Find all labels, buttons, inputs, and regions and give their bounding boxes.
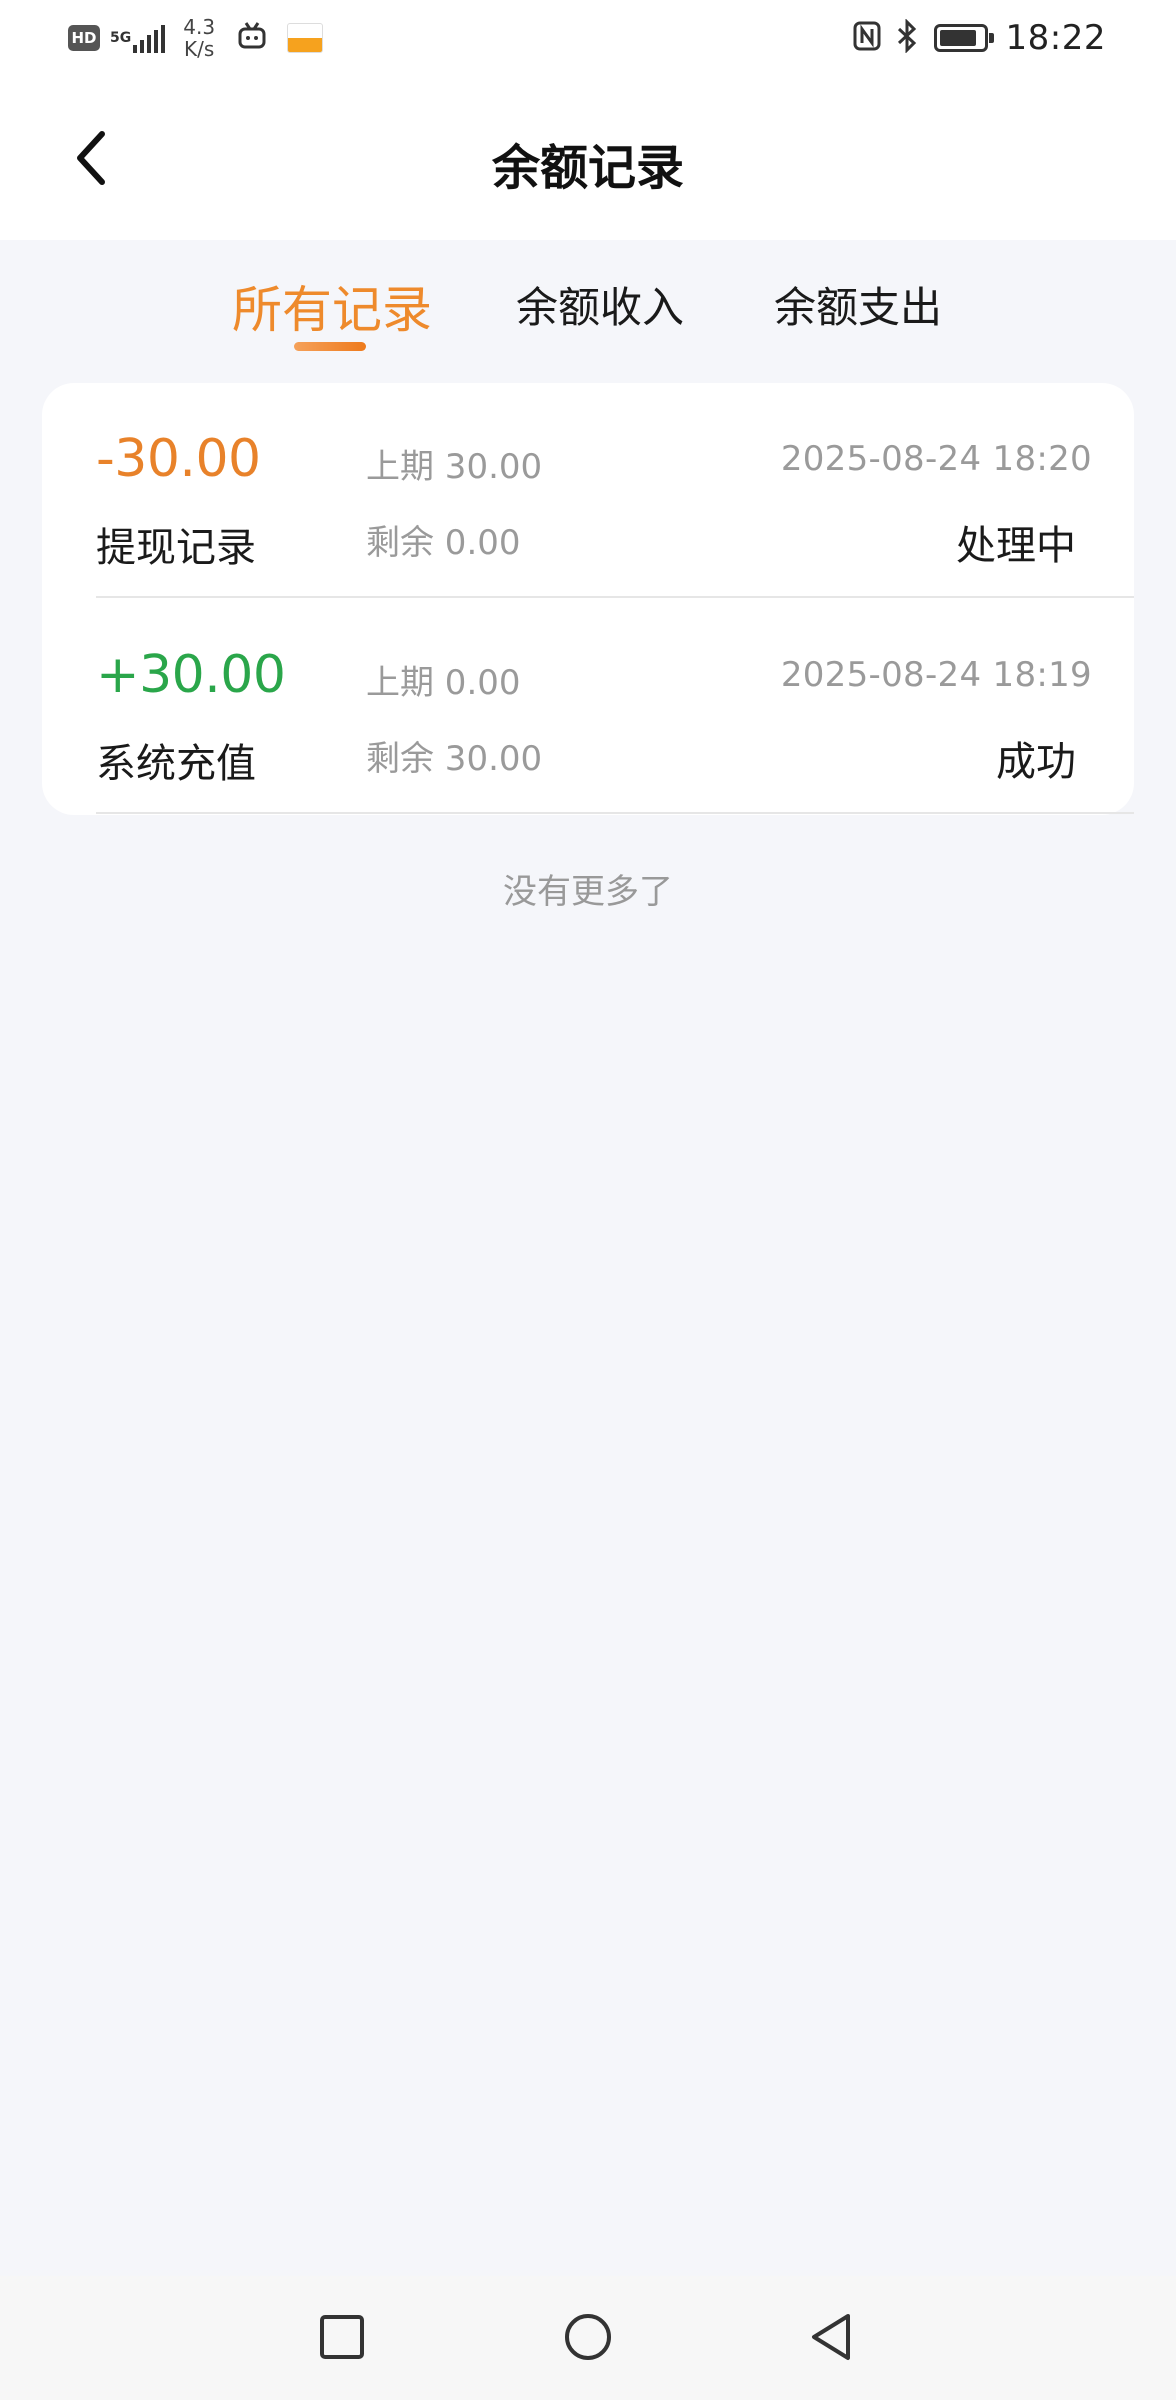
net-speed-unit: K/s (184, 37, 215, 61)
record-previous-balance: 上期 0.00 (366, 663, 521, 703)
record-amount: +30.00 (96, 645, 286, 705)
app-notification-icon (287, 23, 324, 53)
divider (96, 812, 1134, 814)
record-status: 处理中 (956, 523, 1076, 569)
tv-icon (237, 21, 267, 55)
record-time: 2025-08-24 18:19 (780, 655, 1092, 695)
no-more-label: 没有更多了 (503, 872, 673, 912)
tab-balance-expense[interactable]: 余额支出 (774, 274, 942, 335)
net-speed: 4.3 K/s (183, 16, 215, 60)
record-item[interactable]: +30.00 系统充值 上期 0.00 剩余 30.00 2025-08-24 … (42, 599, 1134, 815)
record-time: 2025-08-24 18:20 (780, 439, 1092, 479)
status-bar: HD 5G 4.3 K/s 18:22 (0, 0, 1176, 76)
status-bar-left: HD 5G 4.3 K/s (68, 14, 324, 62)
record-status: 成功 (996, 739, 1076, 785)
record-type: 系统充值 (96, 741, 256, 787)
battery-icon (933, 24, 994, 52)
signal-icon (133, 23, 166, 53)
record-remaining-balance: 剩余 30.00 (366, 739, 543, 779)
record-amount: -30.00 (96, 429, 261, 489)
divider (96, 596, 1134, 598)
bluetooth-icon (896, 18, 918, 57)
recent-apps-icon (320, 2315, 364, 2359)
app-header: 余额记录 (0, 76, 1176, 240)
tab-bar: 所有记录 余额收入 余额支出 (0, 240, 1176, 370)
record-remaining-balance: 剩余 0.00 (366, 523, 521, 563)
records-card: -30.00 提现记录 上期 30.00 剩余 0.00 2025-08-24 … (42, 383, 1134, 815)
status-bar-right: 18:22 (852, 14, 1106, 62)
home-icon (565, 2314, 611, 2360)
back-icon (812, 2314, 850, 2360)
record-item[interactable]: -30.00 提现记录 上期 30.00 剩余 0.00 2025-08-24 … (42, 383, 1134, 599)
nfc-icon (852, 20, 882, 56)
recent-apps-button[interactable] (302, 2302, 382, 2372)
hd-icon: HD (68, 25, 100, 51)
status-clock: 18:22 (1005, 18, 1106, 58)
active-tab-indicator (294, 342, 366, 351)
record-previous-balance: 上期 30.00 (366, 447, 543, 487)
network-type-label: 5G (110, 30, 132, 46)
system-nav-bar (0, 2276, 1176, 2400)
record-type: 提现记录 (96, 525, 256, 571)
page-title: 余额记录 (491, 140, 684, 196)
home-button[interactable] (548, 2302, 628, 2372)
tab-all-records[interactable]: 所有记录 (232, 270, 432, 342)
net-speed-value: 4.3 (183, 15, 216, 39)
tab-balance-income[interactable]: 余额收入 (516, 274, 684, 335)
nav-back-button[interactable] (792, 2302, 872, 2372)
